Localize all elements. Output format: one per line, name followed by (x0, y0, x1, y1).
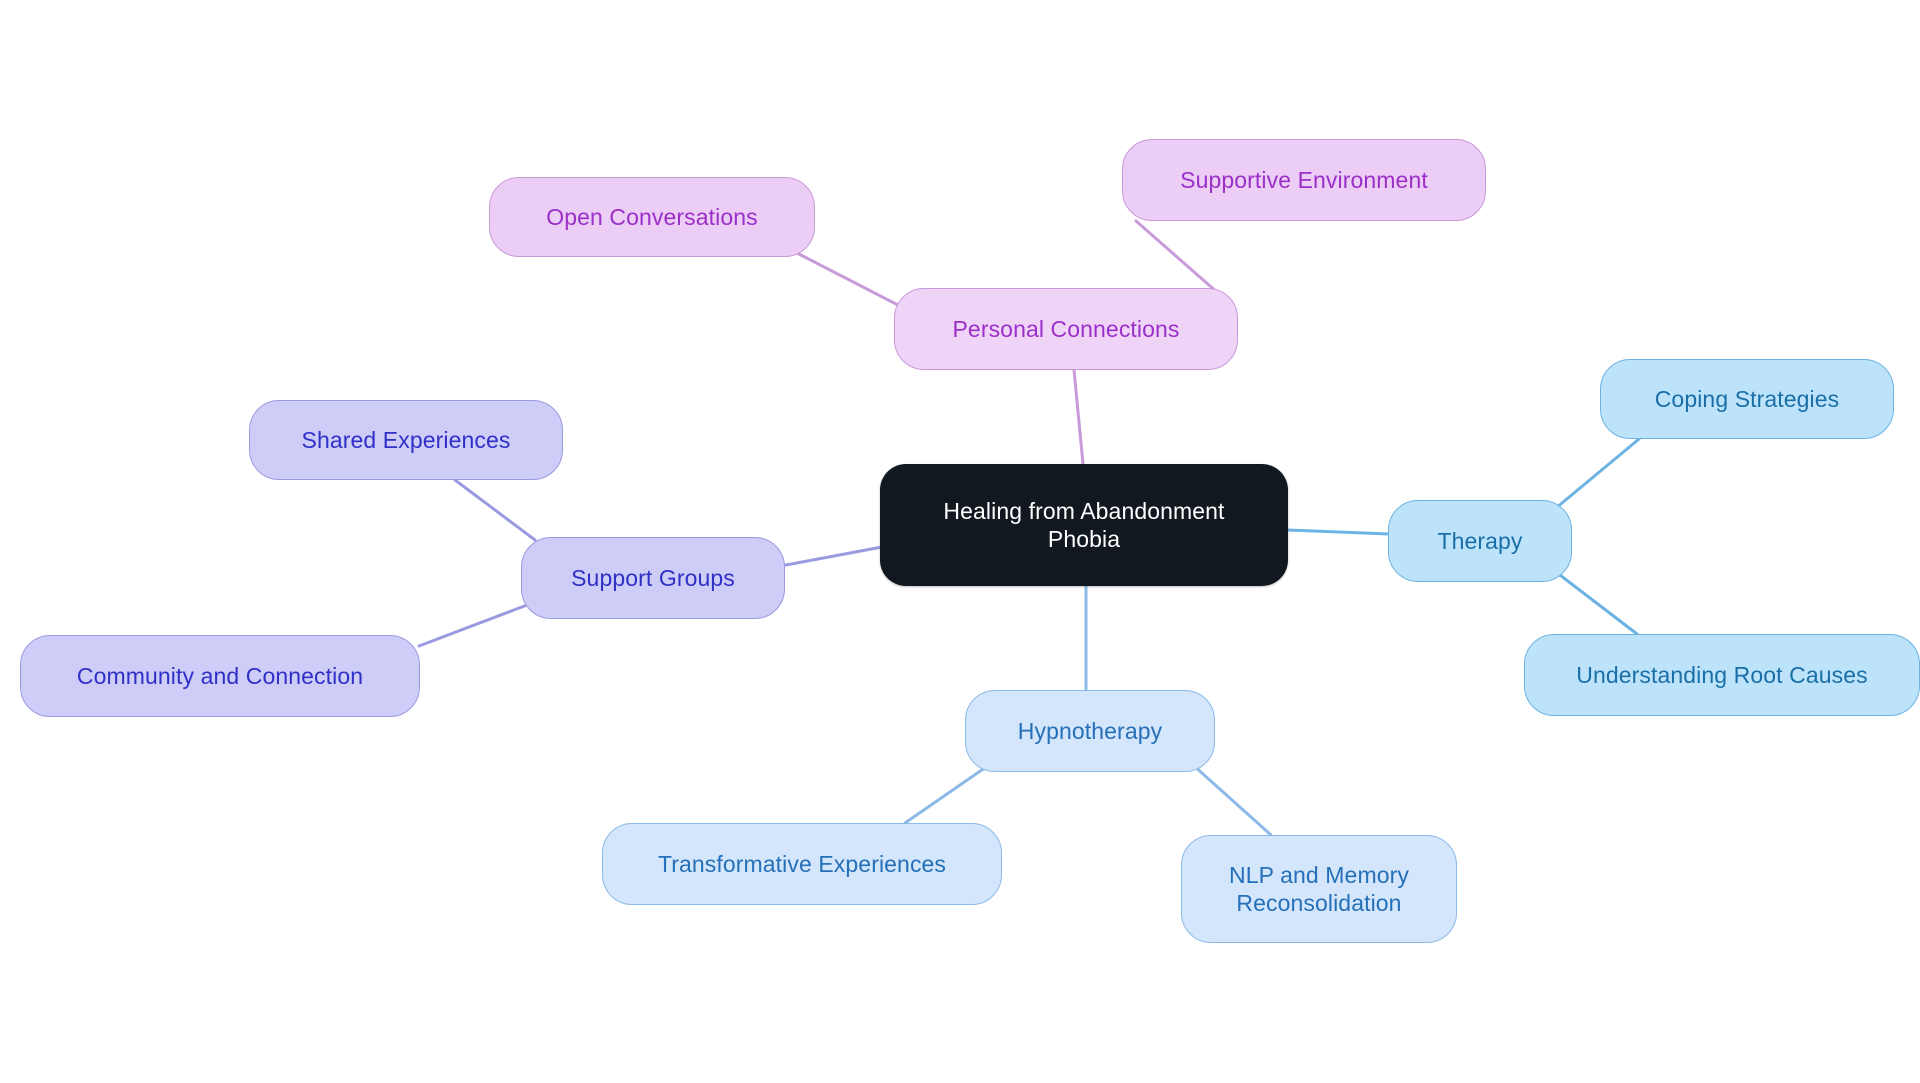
mindmap-node-community-and-connection[interactable]: Community and Connection (20, 635, 420, 717)
mindmap-node-label: Personal Connections (952, 315, 1180, 342)
mindmap-edge (795, 251, 900, 307)
mindmap-edge (1554, 570, 1639, 636)
mindmap-node-open-conversations[interactable]: Open Conversations (489, 177, 815, 257)
mindmap-edge (1072, 368, 1085, 466)
mindmap-node-label: Hypnotherapy (1017, 717, 1163, 744)
mindmap-node-label: Community and Connection (76, 662, 364, 689)
mindmap-node-supportive-environment[interactable]: Supportive Environment (1122, 139, 1486, 221)
mindmap-edge (1554, 437, 1641, 510)
mindmap-node-hypnotherapy[interactable]: Hypnotherapy (965, 690, 1215, 772)
mindmap-canvas: Healing from Abandonment Phobia Personal … (0, 0, 1920, 1083)
mindmap-node-label: NLP and Memory Reconsolidation (1229, 861, 1409, 916)
mindmap-edge (453, 478, 537, 542)
mindmap-node-therapy[interactable]: Therapy (1388, 500, 1572, 582)
mindmap-node-label: Supportive Environment (1180, 166, 1428, 193)
mindmap-edge (417, 603, 529, 648)
mindmap-edge (903, 763, 991, 825)
mindmap-node-label: Coping Strategies (1654, 385, 1840, 412)
mindmap-node-personal-connections[interactable]: Personal Connections (894, 288, 1238, 370)
mindmap-node-root[interactable]: Healing from Abandonment Phobia (880, 464, 1288, 586)
mindmap-node-transformative-experiences[interactable]: Transformative Experiences (602, 823, 1002, 905)
mindmap-node-label: Open Conversations (546, 203, 758, 230)
mindmap-node-shared-experiences[interactable]: Shared Experiences (249, 400, 563, 480)
mindmap-node-label: Healing from Abandonment Phobia (943, 497, 1225, 552)
mindmap-edge (784, 545, 884, 567)
mindmap-node-coping-strategies[interactable]: Coping Strategies (1600, 359, 1894, 439)
mindmap-node-label: Understanding Root Causes (1576, 661, 1868, 688)
mindmap-node-label: Support Groups (571, 564, 735, 591)
mindmap-node-label: Transformative Experiences (657, 850, 947, 877)
mindmap-node-nlp-memory-reconsolidation[interactable]: NLP and Memory Reconsolidation (1181, 835, 1457, 943)
mindmap-node-label: Therapy (1437, 527, 1523, 554)
mindmap-node-understanding-root-causes[interactable]: Understanding Root Causes (1524, 634, 1920, 716)
mindmap-edge (1191, 763, 1273, 837)
mindmap-node-support-groups[interactable]: Support Groups (521, 537, 785, 619)
mindmap-edge (1286, 528, 1391, 536)
mindmap-node-label: Shared Experiences (301, 426, 511, 453)
